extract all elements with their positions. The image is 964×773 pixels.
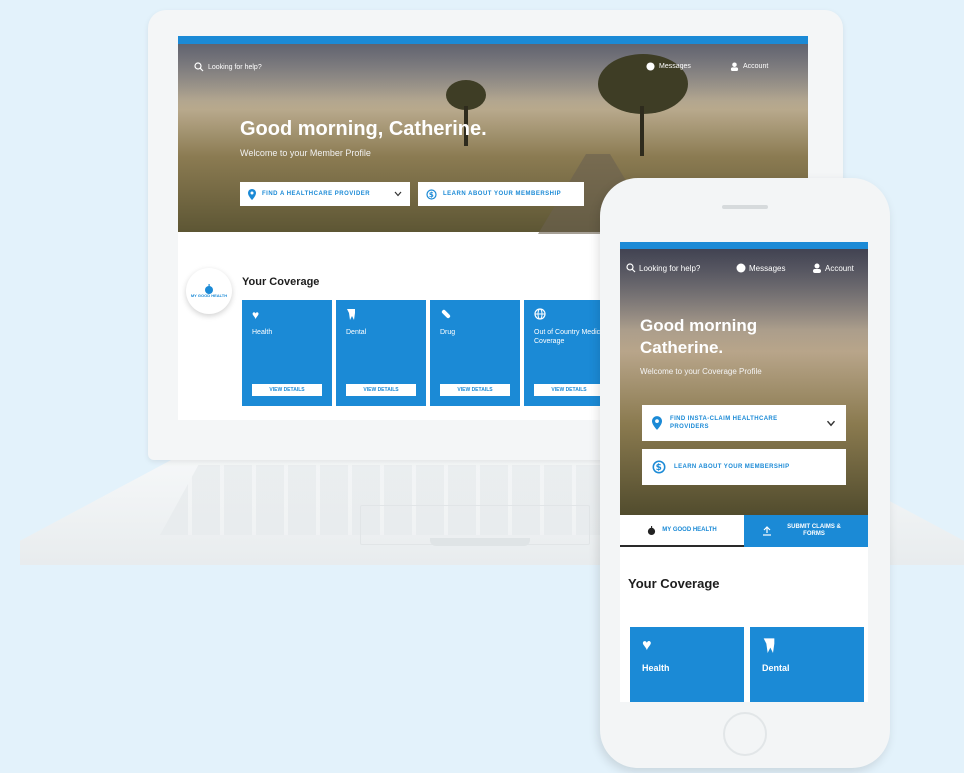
globe-icon xyxy=(534,308,546,323)
account-link[interactable]: Account xyxy=(730,62,768,71)
tile-name: Health xyxy=(642,663,670,673)
tile-name: Dental xyxy=(762,663,790,673)
location-pin-icon xyxy=(652,416,662,430)
phone-home-button xyxy=(723,712,767,756)
view-details-button[interactable]: VIEW DETAILS xyxy=(440,384,510,396)
user-icon xyxy=(813,263,821,273)
user-icon xyxy=(730,62,739,71)
pill-icon xyxy=(440,308,452,323)
account-label: Account xyxy=(825,263,854,273)
laptop-notch xyxy=(430,538,530,546)
coverage-tile-health[interactable]: ♥ Health xyxy=(630,627,744,702)
account-label: Account xyxy=(743,63,769,70)
coverage-tile-dental[interactable]: Dental VIEW DETAILS xyxy=(336,300,426,406)
phone-tab-bar: MY GOOD HEALTH SUBMIT CLAIMS & FORMS xyxy=(620,515,868,547)
tab-label: MY GOOD HEALTH xyxy=(662,527,717,533)
tile-name: Dental xyxy=(346,329,367,336)
messages-label: Messages xyxy=(749,263,786,273)
account-link[interactable]: Account xyxy=(812,263,854,273)
learn-label: LEARN ABOUT YOUR MEMBERSHIP xyxy=(674,464,790,470)
tab-submit-claims[interactable]: SUBMIT CLAIMS & FORMS xyxy=(744,515,868,547)
tab-label: SUBMIT CLAIMS & FORMS xyxy=(787,523,841,537)
apple-icon xyxy=(648,525,656,535)
coverage-tile-dental[interactable]: Dental xyxy=(750,627,864,702)
phone-speaker xyxy=(722,205,768,209)
coverage-title: Your Coverage xyxy=(242,276,320,288)
chat-icon xyxy=(646,62,655,71)
learn-label: LEARN ABOUT YOUR MEMBERSHIP xyxy=(443,191,562,197)
chevron-down-icon xyxy=(826,420,836,426)
view-details-button[interactable]: VIEW DETAILS xyxy=(534,384,604,396)
learn-membership-button[interactable]: $ LEARN ABOUT YOUR MEMBERSHIP xyxy=(418,182,584,206)
welcome-text: Welcome to your Coverage Profile xyxy=(640,367,762,376)
help-link[interactable]: Looking for help? xyxy=(194,62,262,72)
messages-link[interactable]: Messages xyxy=(736,263,785,273)
find-provider-button[interactable]: FIND INSTA-CLAIM HEALTHCARE PROVIDERS xyxy=(642,405,846,441)
location-pin-icon xyxy=(248,188,256,200)
heart-icon: ♥ xyxy=(642,637,652,654)
chevron-down-icon xyxy=(394,191,402,197)
find-provider-label: FIND INSTA-CLAIM HEALTHCARE PROVIDERS xyxy=(670,415,778,430)
messages-link[interactable]: Messages xyxy=(646,62,691,71)
help-link[interactable]: Looking for help? xyxy=(626,263,700,273)
membership-icon: $ xyxy=(652,460,666,474)
welcome-text: Welcome to your Member Profile xyxy=(240,148,371,158)
tab-my-good-health[interactable]: MY GOOD HEALTH xyxy=(620,515,744,547)
top-accent-bar xyxy=(178,36,808,44)
tile-name: Health xyxy=(252,329,273,336)
tooth-icon xyxy=(762,637,776,658)
help-label: Looking for help? xyxy=(639,263,701,273)
greeting-heading: Good morning, Catherine. xyxy=(240,118,487,140)
my-good-health-badge[interactable]: MY GOOD HEALTH xyxy=(186,268,232,314)
coverage-tile-health[interactable]: ♥ Health VIEW DETAILS xyxy=(242,300,332,406)
coverage-title: Your Coverage xyxy=(628,576,720,591)
find-provider-label: FIND A HEALTHCARE PROVIDER xyxy=(262,191,371,197)
coverage-tile-drug[interactable]: Drug VIEW DETAILS xyxy=(430,300,520,406)
messages-label: Messages xyxy=(659,63,691,70)
heart-icon: ♥ xyxy=(252,308,260,322)
chat-icon xyxy=(736,263,746,273)
svg-text:$: $ xyxy=(429,191,434,199)
tile-name: Drug xyxy=(440,329,456,336)
greeting-heading: Good morning Catherine. xyxy=(640,316,758,358)
search-icon xyxy=(194,62,204,72)
hero-topbar: Looking for help? Messages Account xyxy=(178,56,808,80)
find-provider-button[interactable]: FIND A HEALTHCARE PROVIDER xyxy=(240,182,410,206)
view-details-button[interactable]: VIEW DETAILS xyxy=(346,384,416,396)
membership-icon: $ xyxy=(426,188,437,200)
phone-screen: Looking for help? Messages Account Good … xyxy=(620,242,868,702)
learn-membership-button[interactable]: $ LEARN ABOUT YOUR MEMBERSHIP xyxy=(642,449,846,485)
hero-image: Looking for help? Messages Account Good … xyxy=(620,249,868,519)
svg-text:$: $ xyxy=(656,463,663,473)
tooth-icon xyxy=(346,308,356,323)
upload-icon xyxy=(763,526,771,536)
my-good-health-label: MY GOOD HEALTH xyxy=(190,292,228,298)
search-icon xyxy=(626,263,636,273)
top-accent-bar xyxy=(620,242,868,249)
view-details-button[interactable]: VIEW DETAILS xyxy=(252,384,322,396)
help-label: Looking for help? xyxy=(208,63,262,71)
